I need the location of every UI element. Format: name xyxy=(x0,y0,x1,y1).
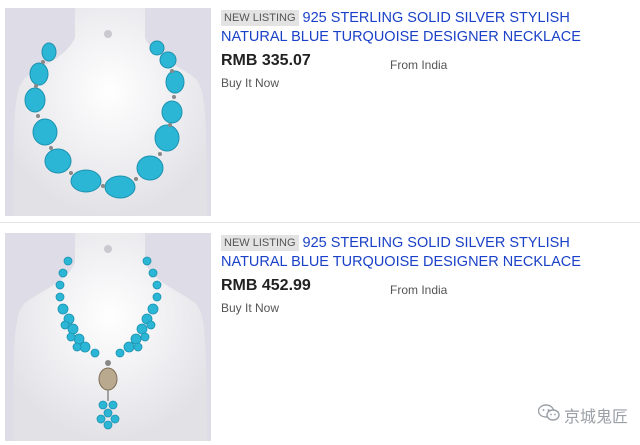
listing-origin: From India xyxy=(390,283,448,297)
watermark-text: 京城鬼匠 xyxy=(563,409,628,426)
listing-item[interactable]: NEW LISTING 925 STERLING SOLID SILVER STY… xyxy=(0,0,640,220)
listing-title[interactable]: NEW LISTING 925 STERLING SOLID SILVER STY… xyxy=(221,9,636,47)
necklace-image-1 xyxy=(5,8,211,216)
listing-price: RMB 335.07 xyxy=(221,52,311,69)
listing-format: Buy It Now xyxy=(221,76,280,90)
wechat-icon xyxy=(537,403,560,427)
new-listing-badge: NEW LISTING xyxy=(221,235,299,251)
listing-price: RMB 452.99 xyxy=(221,277,311,294)
listing-format: Buy It Now xyxy=(221,301,280,315)
new-listing-badge: NEW LISTING xyxy=(221,10,299,26)
product-image[interactable] xyxy=(5,233,211,441)
watermark: 京城鬼匠 xyxy=(537,403,628,427)
listing-divider xyxy=(0,222,640,223)
listing-origin: From India xyxy=(390,58,448,72)
listing-title[interactable]: NEW LISTING 925 STERLING SOLID SILVER STY… xyxy=(221,234,636,272)
necklace-image-2 xyxy=(5,233,211,441)
product-image[interactable] xyxy=(5,8,211,216)
